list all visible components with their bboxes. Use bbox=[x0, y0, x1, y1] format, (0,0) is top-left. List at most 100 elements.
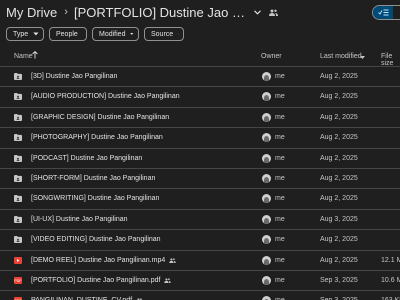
view-toggle[interactable] bbox=[372, 5, 400, 20]
file-name[interactable]: [PORTFOLIO] Dustine Jao Pangilinan.pdf bbox=[31, 277, 172, 285]
owner-avatar bbox=[262, 235, 271, 245]
shared-people-icon bbox=[164, 278, 172, 285]
file-row[interactable]: PDFPANGILINAN_DUSTINE_CV.pdfmeSep 3, 202… bbox=[0, 291, 400, 300]
file-row[interactable]: PDF [PORTFOLIO] Dustine Jao Pangilinan.pd… bbox=[0, 271, 400, 292]
file-size: 10.6 MB bbox=[381, 277, 400, 284]
shared-folder-icon bbox=[14, 134, 22, 142]
file-row[interactable]: [GRAPHIC DESIGN] Dustine Jao Pangilinan m… bbox=[0, 108, 400, 129]
file-name-text: [SONGWRITING] Dustine Jao Pangilinan bbox=[31, 195, 160, 203]
owner-avatar bbox=[262, 72, 271, 81]
filter-type-chip[interactable]: Type bbox=[6, 27, 44, 41]
file-name-text: [GRAPHIC DESIGN] Dustine Jao Pangilinan bbox=[31, 113, 170, 121]
last-modified-date: Aug 2, 2025 bbox=[320, 113, 358, 121]
breadcrumb-separator-icon: › bbox=[64, 6, 68, 18]
owner-label: me bbox=[275, 236, 285, 244]
last-modified-date: Aug 2, 2025 bbox=[320, 236, 358, 244]
owner-avatar bbox=[262, 214, 271, 224]
file-name[interactable]: [PHOTOGRAPHY] Dustine Jao Pangilinan bbox=[31, 134, 163, 141]
list-view-button[interactable] bbox=[373, 6, 393, 19]
file-name[interactable]: [GRAPHIC DESIGN] Dustine Jao Pangilinan bbox=[31, 114, 169, 121]
file-row[interactable]: [VIDEO EDITING] Dustine Jao Pangilinan me… bbox=[0, 230, 400, 251]
last-modified-date: Aug 2, 2025 bbox=[320, 195, 358, 203]
chevron-down-icon[interactable] bbox=[254, 9, 261, 15]
filter-type-label: Type bbox=[13, 30, 29, 38]
shared-folder-icon bbox=[14, 215, 22, 223]
file-name-text: [PODCAST] Dustine Jao Pangilinan bbox=[31, 154, 143, 162]
owner-label: me bbox=[275, 73, 285, 80]
last-modified-date: Aug 2, 2025 bbox=[320, 73, 358, 80]
shared-folder-icon bbox=[14, 73, 22, 80]
filter-people-chip[interactable]: People bbox=[49, 27, 87, 41]
shared-people-icon bbox=[169, 257, 176, 265]
column-header-owner: Owner bbox=[261, 53, 282, 60]
pdf-file-icon: PDF bbox=[14, 277, 22, 284]
sort-arrow-up-icon[interactable] bbox=[32, 50, 38, 61]
column-header-last-modified[interactable]: Last modified bbox=[320, 53, 362, 60]
svg-text:PDF: PDF bbox=[14, 279, 22, 283]
filter-source-label: Source bbox=[151, 30, 174, 38]
owner-label: me bbox=[275, 215, 285, 223]
file-name[interactable]: [UI-UX] Dustine Jao Pangilinan bbox=[31, 216, 128, 223]
file-name-text: [PHOTOGRAPHY] Dustine Jao Pangilinan bbox=[31, 134, 163, 142]
file-row[interactable]: [SONGWRITING] Dustine Jao Pangilinan me Au… bbox=[0, 189, 400, 210]
last-modified-date: Aug 2, 2025 bbox=[320, 93, 358, 101]
file-size: 12.1 MB bbox=[381, 256, 400, 264]
last-modified-date: Aug 2, 2025 bbox=[320, 175, 358, 182]
file-row[interactable]: [3D] Dustine Jao Pangilinan me Aug 2, 2025 bbox=[0, 67, 400, 88]
breadcrumb-my-drive[interactable]: My Drive bbox=[6, 5, 57, 20]
chevron-down-icon bbox=[130, 33, 134, 35]
owner-avatar bbox=[262, 276, 271, 285]
file-name[interactable]: [SHORT-FORM] Dustine Jao Pangilinan bbox=[31, 175, 155, 182]
breadcrumb-current-folder[interactable]: [PORTFOLIO] Dustine Jao Pangilinan bbox=[74, 5, 250, 20]
file-name[interactable]: [SONGWRITING] Dustine Jao Pangilinan bbox=[31, 195, 159, 202]
shared-people-icon[interactable] bbox=[268, 9, 278, 16]
file-name[interactable]: [AUDIO PRODUCTION] Dustine Jao Pangilina… bbox=[31, 93, 180, 100]
filter-source-chip[interactable]: Source bbox=[144, 27, 184, 41]
file-name-text: [VIDEO EDITING] Dustine Jao Pangilinan bbox=[31, 236, 161, 244]
column-header-file-size[interactable]: File size bbox=[381, 53, 400, 67]
file-row[interactable]: [SHORT-FORM] Dustine Jao Pangilinan me Aug… bbox=[0, 169, 400, 190]
last-modified-date: Aug 2, 2025 bbox=[320, 256, 358, 264]
chevron-down-icon bbox=[33, 32, 39, 36]
file-name-text: [SHORT-FORM] Dustine Jao Pangilinan bbox=[31, 175, 156, 182]
filter-modified-label: Modified bbox=[99, 30, 126, 38]
file-name[interactable]: [3D] Dustine Jao Pangilinan bbox=[31, 73, 117, 80]
file-row[interactable]: [PHOTOGRAPHY] Dustine Jao Pangilinan me Au… bbox=[0, 128, 400, 149]
owner-label: me bbox=[275, 277, 285, 284]
owner-label: me bbox=[275, 134, 285, 142]
chevron-down-icon[interactable] bbox=[360, 54, 365, 61]
file-name-text: [AUDIO PRODUCTION] Dustine Jao Pangilina… bbox=[31, 93, 180, 101]
file-row[interactable]: [DEMO REEL] Dustine Jao Pangilinan.mp4 me… bbox=[0, 251, 400, 271]
owner-label: me bbox=[275, 93, 285, 101]
owner-label: me bbox=[275, 195, 285, 203]
owner-avatar bbox=[262, 92, 271, 102]
last-modified-date: Aug 2, 2025 bbox=[320, 154, 358, 162]
file-name[interactable]: [PODCAST] Dustine Jao Pangilinan bbox=[31, 155, 142, 162]
owner-label: me bbox=[275, 154, 285, 162]
owner-label: me bbox=[275, 113, 285, 121]
owner-avatar bbox=[262, 296, 271, 300]
owner-label: me bbox=[275, 256, 285, 264]
chevron-down-icon bbox=[178, 33, 179, 35]
shared-folder-icon bbox=[14, 154, 22, 162]
column-header-row: Name Owner Last modified File size bbox=[0, 47, 400, 67]
filter-modified-chip[interactable]: Modified bbox=[92, 27, 139, 41]
shared-folder-icon bbox=[14, 113, 22, 121]
owner-avatar bbox=[262, 194, 271, 204]
file-row[interactable]: [AUDIO PRODUCTION] Dustine Jao Pangilina… bbox=[0, 87, 400, 108]
owner-avatar bbox=[262, 133, 271, 143]
shared-folder-icon bbox=[14, 175, 22, 182]
file-name-text: [PORTFOLIO] Dustine Jao Pangilinan.pdf bbox=[31, 277, 161, 284]
owner-avatar bbox=[262, 174, 271, 183]
column-header-name[interactable]: Name bbox=[14, 53, 33, 60]
file-row[interactable]: [UI-UX] Dustine Jao Pangilinan me Aug 3, 2… bbox=[0, 210, 400, 231]
last-modified-date: Aug 2, 2025 bbox=[320, 134, 358, 142]
filter-bar: Type People Modified Source bbox=[6, 27, 189, 41]
last-modified-date: Aug 3, 2025 bbox=[320, 215, 358, 223]
file-name[interactable]: [VIDEO EDITING] Dustine Jao Pangilinan bbox=[31, 236, 161, 243]
last-modified-date: Sep 3, 2025 bbox=[320, 277, 358, 284]
file-name[interactable]: [DEMO REEL] Dustine Jao Pangilinan.mp4 bbox=[31, 257, 176, 265]
shared-folder-icon bbox=[14, 195, 22, 203]
file-row[interactable]: [PODCAST] Dustine Jao Pangilinan me Aug 2,… bbox=[0, 149, 400, 169]
file-name-text: [3D] Dustine Jao Pangilinan bbox=[31, 73, 118, 80]
